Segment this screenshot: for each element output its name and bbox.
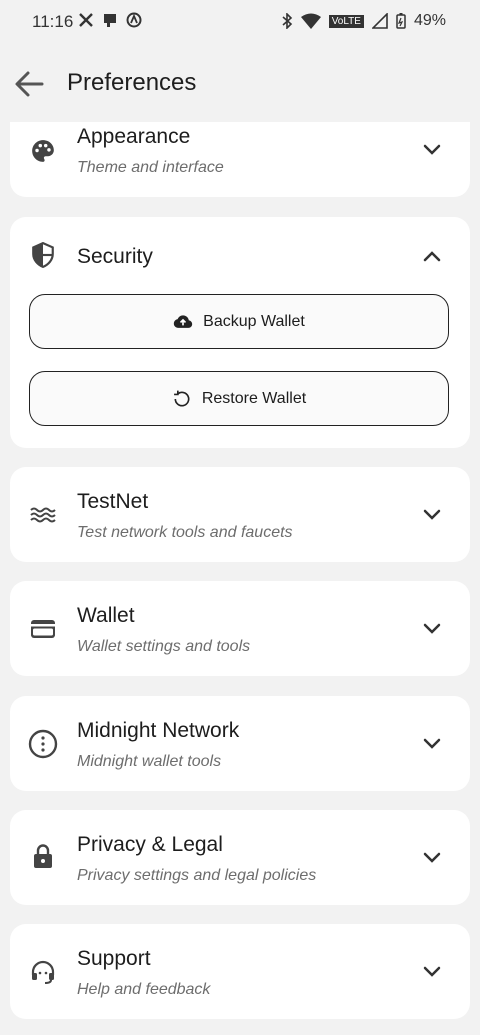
battery-icon xyxy=(396,13,406,29)
appearance-section[interactable]: Appearance Theme and interface xyxy=(10,122,470,197)
support-section[interactable]: Support Help and feedback xyxy=(10,924,470,1019)
security-title: Security xyxy=(77,245,153,268)
status-bar: 11:16 VoLTE 49% xyxy=(0,0,480,44)
chevron-up-icon[interactable] xyxy=(420,244,444,268)
notification-app-icon xyxy=(104,14,116,27)
testnet-subtitle: Test network tools and faucets xyxy=(77,524,293,541)
restore-icon xyxy=(173,390,190,407)
midnight-network-subtitle: Midnight wallet tools xyxy=(77,753,222,770)
wallet-title: Wallet xyxy=(77,604,135,627)
chevron-down-icon[interactable] xyxy=(420,617,444,641)
status-time: 11:16 xyxy=(32,12,74,31)
chevron-down-icon[interactable] xyxy=(420,846,444,870)
restore-wallet-button[interactable]: Restore Wallet xyxy=(29,371,449,426)
waves-icon xyxy=(30,507,56,523)
chevron-down-icon[interactable] xyxy=(420,732,444,756)
support-title: Support xyxy=(77,947,151,970)
palette-icon xyxy=(32,140,54,162)
chevron-down-icon[interactable] xyxy=(420,503,444,527)
shield-icon xyxy=(32,242,54,268)
midnight-network-title: Midnight Network xyxy=(77,719,240,742)
wallet-section[interactable]: Wallet Wallet settings and tools xyxy=(10,581,470,676)
backup-wallet-label: Backup Wallet xyxy=(203,312,305,330)
wifi-icon xyxy=(300,13,321,29)
privacy-legal-section[interactable]: Privacy & Legal Privacy settings and leg… xyxy=(10,810,470,905)
support-subtitle: Help and feedback xyxy=(77,981,211,998)
wallet-icon xyxy=(31,620,55,638)
appearance-title: Appearance xyxy=(77,125,191,148)
privacy-legal-subtitle: Privacy settings and legal policies xyxy=(77,867,317,884)
arrow-left-icon[interactable] xyxy=(12,66,48,102)
signal-icon xyxy=(371,13,388,29)
lock-icon xyxy=(34,844,52,868)
app-badge-icon xyxy=(126,12,142,28)
midnight-network-section[interactable]: Midnight Network Midnight wallet tools xyxy=(10,696,470,791)
page-title: Preferences xyxy=(67,69,197,96)
app-bar: Preferences xyxy=(0,52,480,116)
restore-wallet-label: Restore Wallet xyxy=(201,389,307,407)
wallet-subtitle: Wallet settings and tools xyxy=(77,638,251,655)
preferences-list[interactable]: Appearance Theme and interface Security … xyxy=(0,122,480,1035)
backup-wallet-button[interactable]: Backup Wallet xyxy=(29,294,449,349)
privacy-legal-title: Privacy & Legal xyxy=(77,833,223,856)
cloud-upload-icon xyxy=(173,314,193,328)
network-type-badge: VoLTE xyxy=(328,14,364,28)
info-circle-icon xyxy=(28,729,58,759)
x-app-icon xyxy=(79,13,93,27)
chevron-down-icon[interactable] xyxy=(420,960,444,984)
bluetooth-icon xyxy=(282,13,292,29)
appearance-subtitle: Theme and interface xyxy=(77,159,224,176)
headset-icon xyxy=(31,960,55,984)
security-section: Security Backup Wallet Restore Wallet xyxy=(10,217,470,448)
testnet-title: TestNet xyxy=(77,490,149,513)
chevron-down-icon[interactable] xyxy=(420,138,444,162)
testnet-section[interactable]: TestNet Test network tools and faucets xyxy=(10,467,470,562)
battery-percent: 49% xyxy=(413,12,446,29)
